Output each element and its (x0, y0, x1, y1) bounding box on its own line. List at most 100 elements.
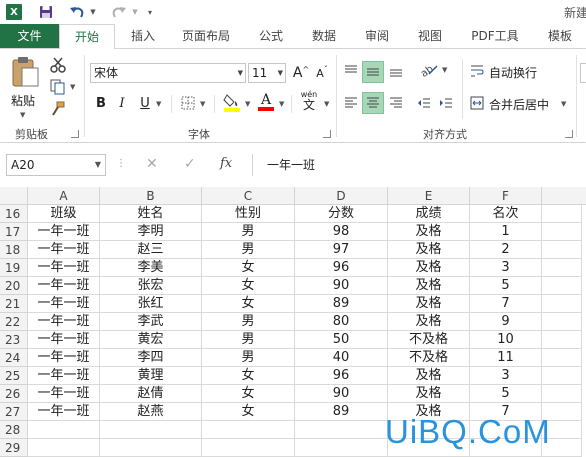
phonetic-dropdown-icon[interactable]: ▼ (324, 100, 329, 108)
redo-button[interactable] (108, 2, 130, 22)
cell-e[interactable]: 不及格 (388, 349, 470, 367)
cell-b[interactable]: 张宏 (100, 277, 202, 295)
tab-page-layout[interactable]: 页面布局 (176, 24, 236, 48)
row-header[interactable]: 26 (0, 385, 28, 403)
cell-b[interactable]: 张红 (100, 295, 202, 313)
borders-dropdown-icon[interactable]: ▼ (200, 100, 205, 108)
chevron-down-icon[interactable]: ▼ (238, 64, 243, 82)
cell-a[interactable]: 班级 (28, 205, 100, 223)
cell-e[interactable]: 不及格 (388, 331, 470, 349)
font-name-combo[interactable]: 宋体 ▼ (90, 63, 246, 83)
tab-file[interactable]: 文件 (0, 24, 59, 48)
clipboard-launcher-icon[interactable] (71, 130, 79, 138)
save-button[interactable] (36, 2, 56, 22)
chevron-down-icon[interactable]: ▼ (95, 155, 101, 175)
cell-f[interactable]: 11 (470, 349, 542, 367)
cell-a[interactable] (28, 439, 100, 457)
cell-b[interactable]: 黄宏 (100, 331, 202, 349)
cell-d[interactable]: 分数 (295, 205, 388, 223)
cell-a[interactable]: 一年一班 (28, 295, 100, 313)
row-header[interactable]: 17 (0, 223, 28, 241)
cell-d[interactable]: 50 (295, 331, 388, 349)
select-all-corner[interactable] (0, 187, 28, 205)
cell-c[interactable]: 男 (202, 223, 295, 241)
underline-button[interactable]: U (137, 93, 153, 113)
column-header-e[interactable]: E (388, 187, 470, 205)
cell-d[interactable]: 96 (295, 367, 388, 385)
fill-color-dropdown-icon[interactable]: ▼ (245, 100, 250, 108)
merge-center-icon[interactable] (468, 93, 486, 113)
cell-e[interactable]: 及格 (388, 385, 470, 403)
cell-c[interactable]: 女 (202, 367, 295, 385)
phonetic-guide-button[interactable]: wén 文 (297, 89, 321, 113)
cell-d[interactable] (295, 439, 388, 457)
cell-a[interactable]: 一年一班 (28, 223, 100, 241)
cell-b[interactable]: 赵倩 (100, 385, 202, 403)
column-header-d[interactable]: D (295, 187, 388, 205)
row-header[interactable]: 28 (0, 421, 28, 439)
tab-pdf-tools[interactable]: PDF工具 (464, 24, 526, 48)
row-header[interactable]: 23 (0, 331, 28, 349)
column-header-a[interactable]: A (28, 187, 100, 205)
cell-b[interactable]: 李四 (100, 349, 202, 367)
cell-a[interactable]: 一年一班 (28, 367, 100, 385)
cell-b[interactable]: 李武 (100, 313, 202, 331)
cell-f[interactable]: 2 (470, 241, 542, 259)
cell-c[interactable]: 男 (202, 313, 295, 331)
cell-c[interactable]: 女 (202, 403, 295, 421)
row-header[interactable]: 25 (0, 367, 28, 385)
row-header[interactable]: 18 (0, 241, 28, 259)
cell-e[interactable]: 及格 (388, 367, 470, 385)
cell-a[interactable]: 一年一班 (28, 349, 100, 367)
tab-templates[interactable]: 模板 (540, 24, 580, 48)
cell-b[interactable]: 李明 (100, 223, 202, 241)
increase-indent-button[interactable] (436, 93, 456, 113)
cell-g[interactable] (542, 241, 582, 259)
cell-g[interactable] (542, 205, 582, 223)
copy-dropdown-icon[interactable]: ▼ (70, 83, 75, 91)
chevron-down-icon[interactable]: ▼ (278, 64, 283, 82)
undo-dropdown-icon[interactable]: ▼ (89, 2, 97, 22)
wrap-text-icon[interactable] (468, 61, 486, 81)
cell-d[interactable]: 80 (295, 313, 388, 331)
cell-e[interactable]: 及格 (388, 277, 470, 295)
cell-d[interactable]: 90 (295, 385, 388, 403)
cell-a[interactable] (28, 421, 100, 439)
tab-insert[interactable]: 插入 (124, 24, 162, 48)
format-painter-button[interactable] (48, 99, 68, 119)
orientation-button[interactable]: ab (418, 59, 440, 81)
row-header[interactable]: 20 (0, 277, 28, 295)
cell-d[interactable]: 89 (295, 295, 388, 313)
cell-d[interactable]: 89 (295, 403, 388, 421)
cell-a[interactable]: 一年一班 (28, 385, 100, 403)
customize-quick-access-icon[interactable]: ▾ (144, 2, 156, 22)
enter-icon[interactable]: ✓ (184, 156, 196, 172)
orientation-dropdown-icon[interactable]: ▼ (442, 66, 447, 74)
insert-function-button[interactable]: fx (220, 156, 232, 171)
align-center-button[interactable] (362, 92, 384, 114)
undo-button[interactable] (66, 2, 88, 22)
cell-g[interactable] (542, 331, 582, 349)
cell-b[interactable]: 姓名 (100, 205, 202, 223)
copy-button[interactable] (48, 77, 68, 97)
merge-dropdown-icon[interactable]: ▼ (561, 100, 566, 108)
cell-f[interactable]: 名次 (470, 205, 542, 223)
cell-b[interactable] (100, 439, 202, 457)
cell-d[interactable] (295, 421, 388, 439)
align-bottom-button[interactable] (386, 61, 406, 81)
cell-g[interactable] (542, 295, 582, 313)
decrease-indent-button[interactable] (414, 93, 434, 113)
increase-font-size-icon[interactable]: A ^ (291, 63, 311, 83)
cell-f[interactable]: 1 (470, 223, 542, 241)
cell-f[interactable]: 5 (470, 277, 542, 295)
column-header-c[interactable]: C (202, 187, 295, 205)
cell-b[interactable]: 李美 (100, 259, 202, 277)
underline-dropdown-icon[interactable]: ▼ (156, 100, 161, 108)
decrease-font-size-icon[interactable]: Aˇ (312, 63, 332, 83)
align-top-button[interactable] (341, 61, 361, 81)
cell-e[interactable]: 及格 (388, 241, 470, 259)
cell-a[interactable]: 一年一班 (28, 241, 100, 259)
cell-e[interactable]: 及格 (388, 313, 470, 331)
cell-c[interactable] (202, 421, 295, 439)
cell-g[interactable] (542, 223, 582, 241)
